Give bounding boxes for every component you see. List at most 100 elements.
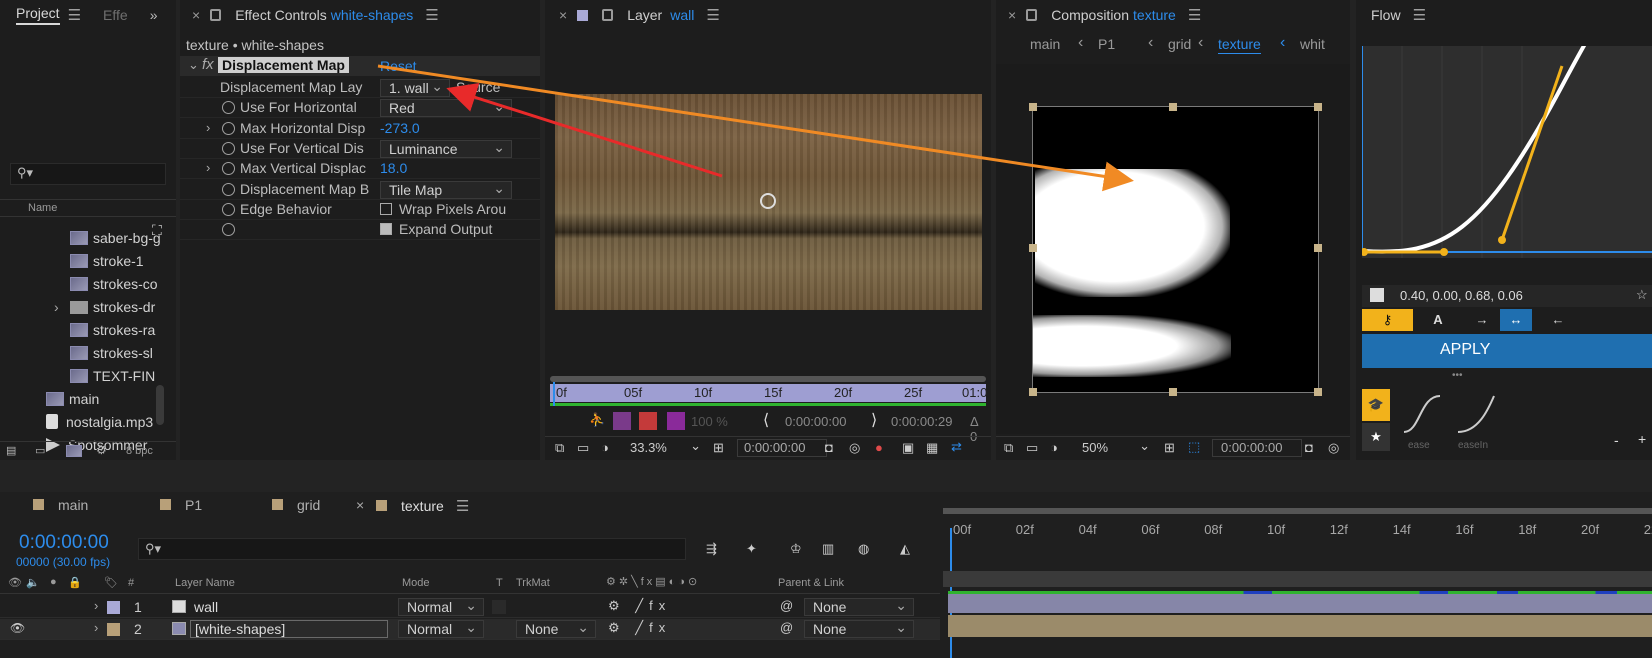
timeline-layer-row[interactable]: › 1 wall Normal ⚙ ╱fx @ None	[0, 597, 940, 618]
source-dropdown[interactable]: Source	[456, 79, 500, 95]
preset-ease[interactable]: ease	[1400, 390, 1444, 451]
eye-icon[interactable]: 👁	[10, 621, 25, 635]
handle[interactable]	[1169, 388, 1177, 396]
stopwatch-icon[interactable]	[222, 162, 235, 176]
comp-breadcrumb[interactable]: texture	[1218, 36, 1261, 54]
timecode[interactable]: 0:00:00:00	[19, 532, 109, 554]
transparency-grid-icon[interactable]: ▦	[926, 440, 938, 456]
timeline-search-input[interactable]: ⚲▾	[138, 538, 686, 560]
layer-bar-wall[interactable]	[948, 591, 1652, 613]
motion-blur-icon[interactable]: ◍	[858, 541, 869, 557]
timeline-tab[interactable]: main	[33, 497, 88, 513]
effect-param-dropdown[interactable]: Red	[380, 98, 512, 118]
mode-dropdown[interactable]: Normal	[398, 619, 484, 638]
edit-icon[interactable]	[1370, 288, 1384, 302]
effect-param-dropdown[interactable]: Tile Map	[380, 180, 512, 199]
handle[interactable]	[1314, 388, 1322, 396]
track-matte-toggle[interactable]	[492, 600, 506, 614]
effect-name[interactable]: Displacement Map	[218, 57, 349, 73]
close-icon[interactable]: ×	[192, 7, 200, 23]
project-item[interactable]: nostalgia.mp3	[46, 414, 153, 430]
arrow-right-icon[interactable]: →	[1462, 309, 1502, 331]
flow-curve-graph[interactable]	[1360, 0, 1652, 258]
parent-dropdown[interactable]: None	[804, 597, 914, 616]
lock-icon[interactable]: 🔒	[68, 576, 82, 589]
stopwatch-icon[interactable]	[222, 101, 235, 115]
handle[interactable]	[1314, 244, 1322, 252]
flow-values[interactable]: 0.40, 0.00, 0.68, 0.06	[1400, 288, 1523, 303]
project-item[interactable]: main	[46, 391, 99, 407]
comp-breadcrumb[interactable]: grid	[1168, 36, 1191, 52]
effect-param-dropdown[interactable]: 1. wall	[380, 78, 450, 97]
project-item[interactable]: strokes-co	[70, 276, 158, 292]
layer-name[interactable]: wall	[194, 599, 218, 615]
fx-icon[interactable]: fx	[202, 56, 214, 73]
view-options-icon[interactable]: ⇄	[951, 439, 962, 455]
project-item[interactable]: › strokes-dr	[54, 299, 155, 315]
show-snapshot-icon[interactable]: ◎	[849, 440, 860, 456]
new-comp-icon[interactable]	[66, 443, 87, 458]
effect-param-number[interactable]: 18.0	[380, 160, 407, 176]
always-preview-icon[interactable]: ⧉	[1004, 440, 1013, 456]
project-menu-icon[interactable]: ☰	[68, 6, 81, 24]
onion-icon[interactable]	[613, 412, 631, 430]
effect-param-dropdown[interactable]: Luminance	[380, 139, 512, 158]
frame-blend-icon[interactable]: ▥	[822, 541, 834, 557]
shy-icon[interactable]: ♔	[790, 541, 802, 557]
tab-project[interactable]: Project	[16, 5, 60, 25]
pickwhip-icon[interactable]: @	[780, 598, 793, 613]
timeline-tab[interactable]: grid	[272, 497, 320, 513]
curve-handle[interactable]	[1498, 236, 1506, 244]
new-folder-icon[interactable]: ▭	[35, 444, 45, 457]
handle[interactable]	[1029, 388, 1037, 396]
more-dots[interactable]: •••	[1452, 370, 1463, 381]
checkbox[interactable]	[380, 223, 392, 236]
twirl-icon[interactable]: ›	[206, 120, 210, 135]
close-icon[interactable]: ×	[1008, 7, 1016, 23]
draft-3d-icon[interactable]: ✦	[746, 541, 757, 557]
timeline-tab[interactable]: × texture ☰	[356, 497, 469, 515]
audio-icon[interactable]: 🔈	[26, 576, 40, 589]
effect-param-number[interactable]: -273.0	[380, 120, 420, 136]
curve-handle[interactable]	[1440, 248, 1448, 256]
project-item[interactable]: strokes-sl	[70, 345, 153, 361]
channels-icon[interactable]: ●	[875, 440, 883, 455]
in-point-icon[interactable]: ⟨	[763, 410, 769, 430]
timeline-layer-row[interactable]: 👁 › 2 [white-shapes] Normal None ⚙ ╱fx @…	[0, 619, 940, 640]
stopwatch-icon[interactable]	[222, 202, 235, 216]
stopwatch-icon[interactable]	[222, 182, 235, 196]
monitor-icon[interactable]: ▭	[1026, 440, 1038, 456]
mode-dropdown[interactable]: Normal	[398, 597, 484, 616]
switches[interactable]: ⚙ ╱fx	[608, 620, 671, 636]
flowchart-icon[interactable]: ⛶	[152, 222, 162, 239]
close-icon[interactable]: ×	[356, 497, 364, 513]
handle[interactable]	[1314, 103, 1322, 111]
project-item[interactable]: saber-bg-g	[70, 230, 161, 246]
trkmat-dropdown[interactable]: None	[516, 619, 596, 638]
comp-footer-time[interactable]: 0:00:00:00	[1212, 439, 1302, 457]
show-snapshot-icon[interactable]: ◎	[1328, 440, 1339, 456]
project-item[interactable]: stroke-1	[70, 253, 144, 269]
collapse-icon[interactable]: ⌄	[188, 57, 199, 73]
solo-icon[interactable]: ●	[50, 576, 57, 588]
handle[interactable]	[1169, 103, 1177, 111]
layer-tab[interactable]: × Layer wall ☰	[559, 0, 720, 30]
expand-panels-icon[interactable]: »	[150, 7, 158, 23]
star-icon[interactable]: ☆	[1636, 287, 1648, 303]
handle[interactable]	[1029, 244, 1037, 252]
out-point-icon[interactable]: ⟩	[871, 410, 877, 430]
project-search-input[interactable]: ⚲▾	[10, 163, 166, 185]
arrow-both-icon[interactable]: ↔	[1500, 309, 1532, 331]
interpret-footage-icon[interactable]: ▤	[6, 444, 16, 457]
panel-menu-icon[interactable]: ☰	[425, 6, 438, 24]
layer-playhead[interactable]	[553, 382, 561, 406]
comp-zoom-select[interactable]: 50% ⌄	[1076, 438, 1154, 457]
lock-icon[interactable]	[210, 9, 222, 21]
checkbox[interactable]	[380, 202, 392, 215]
anchor-point-icon[interactable]	[760, 193, 776, 209]
project-item[interactable]: TEXT-FIN	[70, 368, 155, 384]
purple-square-icon[interactable]	[667, 412, 685, 430]
layer-footer-time[interactable]: 0:00:00:00	[737, 439, 827, 457]
graph-editor-icon[interactable]: ◭	[900, 541, 910, 557]
parent-dropdown[interactable]: None	[804, 619, 914, 638]
